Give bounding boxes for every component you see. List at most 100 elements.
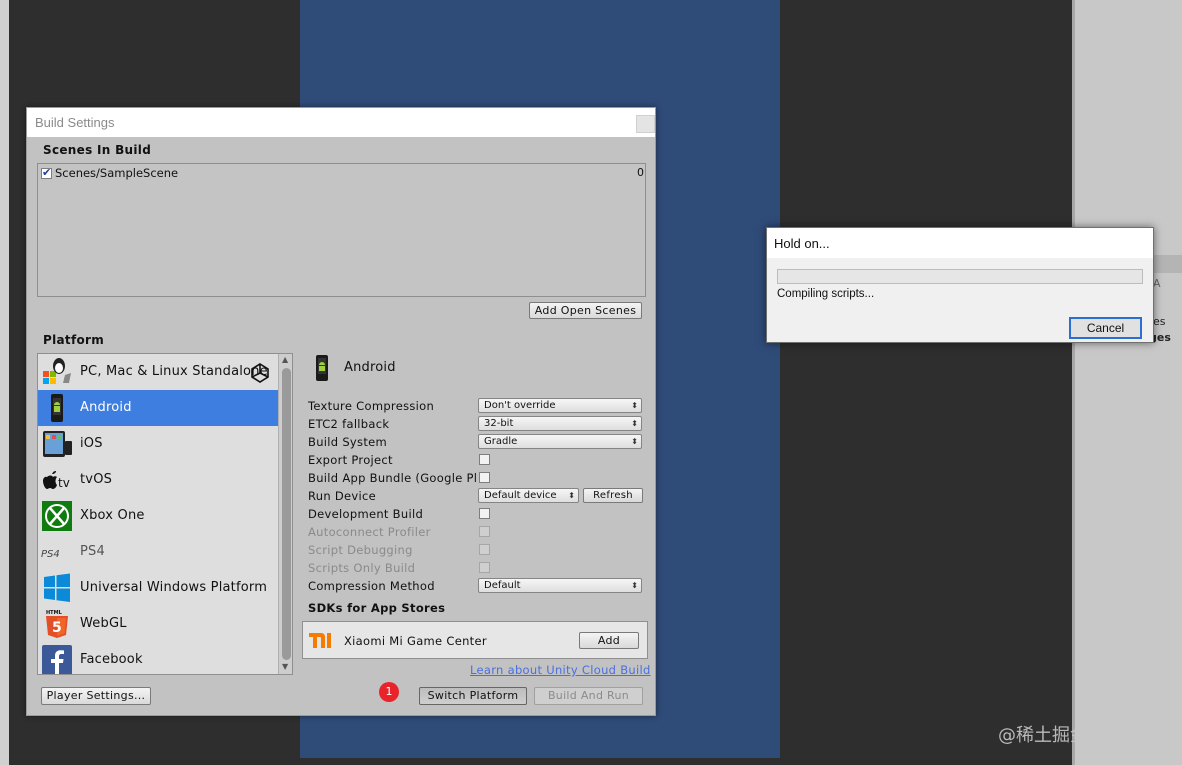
windows-icon (44, 573, 70, 602)
add-open-scenes-button[interactable]: Add Open Scenes (529, 302, 642, 319)
compression-method-label: Compression Method (308, 579, 435, 593)
svg-text:5: 5 (52, 620, 62, 636)
sdk-name: Xiaomi Mi Game Center (344, 634, 487, 648)
build-system-dropdown[interactable]: Gradle ⬍ (478, 434, 642, 449)
dropdown-caret-icon: ⬍ (631, 437, 638, 446)
window-title: Build Settings (35, 115, 115, 130)
scene-path[interactable]: Scenes/SampleScene (55, 166, 178, 180)
compression-method-dropdown[interactable]: Default ⬍ (478, 578, 642, 593)
close-button[interactable] (636, 115, 655, 133)
editor-side-strip (0, 0, 9, 765)
platform-item-ios[interactable]: iOS (38, 426, 278, 462)
step-badge: 1 (379, 682, 399, 702)
window-titlebar[interactable]: Build Settings (27, 108, 655, 137)
scroll-up-icon[interactable]: ▲ (282, 355, 288, 364)
texture-compression-label: Texture Compression (308, 399, 435, 413)
platform-list[interactable]: PC, Mac & Linux Standalone Android iOS t… (37, 353, 293, 675)
unity-logo-icon (251, 363, 269, 383)
android-icon (316, 355, 328, 381)
svg-text:HTML: HTML (46, 610, 63, 616)
android-icon (51, 394, 63, 422)
ps4-icon: PS4 (41, 549, 60, 560)
run-device-label: Run Device (308, 489, 377, 503)
learn-cloud-build-link[interactable]: Learn about Unity Cloud Build (470, 663, 651, 677)
scripts-only-build-checkbox (479, 562, 490, 573)
platform-item-facebook[interactable]: Facebook (38, 642, 278, 674)
pc-mac-linux-icon (43, 358, 71, 384)
dropdown-caret-icon: ⬍ (568, 491, 575, 500)
scripts-only-build-label: Scripts Only Build (308, 561, 416, 575)
progress-bar (777, 269, 1143, 284)
platform-label: WebGL (80, 616, 127, 631)
cancel-button[interactable]: Cancel (1069, 317, 1142, 339)
scroll-down-icon[interactable]: ▼ (282, 662, 288, 671)
scenes-heading: Scenes In Build (43, 143, 152, 157)
scroll-thumb[interactable] (282, 368, 291, 660)
refresh-button[interactable]: Refresh (583, 488, 643, 503)
dropdown-value: Default (484, 580, 521, 591)
player-settings-button[interactable]: Player Settings... (41, 687, 151, 705)
development-build-checkbox[interactable] (479, 508, 490, 519)
scene-checkbox[interactable] (41, 166, 52, 179)
platform-label: PC, Mac & Linux Standalone (80, 364, 268, 379)
run-device-dropdown[interactable]: Default device ⬍ (478, 488, 579, 503)
dropdown-value: 32-bit (484, 418, 514, 429)
platform-item-webgl[interactable]: HTML 5 WebGL (38, 606, 278, 642)
platform-item-android[interactable]: Android (38, 390, 278, 426)
scene-background (780, 0, 1072, 765)
platform-item-xbox-one[interactable]: Xbox One (38, 498, 278, 534)
build-and-run-button: Build And Run (534, 687, 643, 705)
build-settings-window: Build Settings Scenes In Build Scenes/Sa… (26, 107, 656, 716)
sdk-item: Xiaomi Mi Game Center Add (302, 621, 648, 659)
inspector-text: A (1153, 277, 1161, 290)
build-system-label: Build System (308, 435, 388, 449)
watermark: @稀土掘金技术社区 (998, 725, 1160, 746)
svg-text:tv: tv (58, 476, 70, 490)
platform-heading: Platform (43, 333, 105, 347)
autoconnect-profiler-checkbox (479, 526, 490, 537)
etc2-fallback-dropdown[interactable]: 32-bit ⬍ (478, 416, 642, 431)
scene-index: 0 (637, 166, 644, 179)
platform-label: Universal Windows Platform (80, 580, 268, 595)
platform-label: Xbox One (80, 508, 145, 523)
inspector-panel: A es ges (1072, 0, 1182, 765)
build-app-bundle-label: Build App Bundle (Google Play) (308, 471, 476, 485)
dropdown-caret-icon: ⬍ (631, 401, 638, 410)
scenes-list[interactable]: Scenes/SampleScene 0 (37, 163, 646, 297)
platform-label: iOS (80, 436, 103, 451)
platform-item-uwp[interactable]: Universal Windows Platform (38, 570, 278, 606)
dropdown-value: Default device (484, 490, 557, 501)
export-project-label: Export Project (308, 453, 393, 467)
export-project-checkbox[interactable] (479, 454, 490, 465)
platform-item-ps4[interactable]: PS4 PS4 (38, 534, 278, 570)
platform-label: Facebook (80, 652, 143, 667)
progress-status: Compiling scripts... (777, 288, 875, 300)
switch-platform-button[interactable]: Switch Platform (419, 687, 527, 705)
platform-label: tvOS (80, 472, 113, 487)
script-debugging-label: Script Debugging (308, 543, 413, 557)
dropdown-value: Gradle (484, 436, 518, 447)
sdks-heading: SDKs for App Stores (308, 601, 446, 615)
dropdown-caret-icon: ⬍ (631, 419, 638, 428)
html5-icon: HTML 5 (46, 610, 68, 638)
platform-scrollbar[interactable]: ▲ ▼ (278, 354, 292, 674)
add-sdk-button[interactable]: Add (579, 632, 639, 649)
platform-label: Android (80, 400, 132, 415)
ios-icon (43, 431, 72, 457)
dropdown-caret-icon: ⬍ (631, 581, 638, 590)
dropdown-value: Don't override (484, 400, 556, 411)
xbox-icon (42, 501, 72, 531)
xiaomi-logo-icon (309, 633, 331, 648)
development-build-label: Development Build (308, 507, 424, 521)
platform-label: PS4 (80, 544, 105, 559)
texture-compression-dropdown[interactable]: Don't override ⬍ (478, 398, 642, 413)
selected-platform-title: Android (344, 360, 396, 375)
autoconnect-profiler-label: Autoconnect Profiler (308, 525, 431, 539)
svg-text:PS4: PS4 (41, 549, 60, 560)
build-app-bundle-checkbox[interactable] (479, 472, 490, 483)
facebook-icon (42, 645, 72, 674)
platform-item-tvos[interactable]: tv tvOS (38, 462, 278, 498)
dialog-titlebar[interactable]: Hold on... (767, 228, 1153, 258)
progress-dialog: Hold on... Compiling scripts... Cancel (766, 227, 1154, 343)
platform-item-standalone[interactable]: PC, Mac & Linux Standalone (38, 354, 278, 390)
